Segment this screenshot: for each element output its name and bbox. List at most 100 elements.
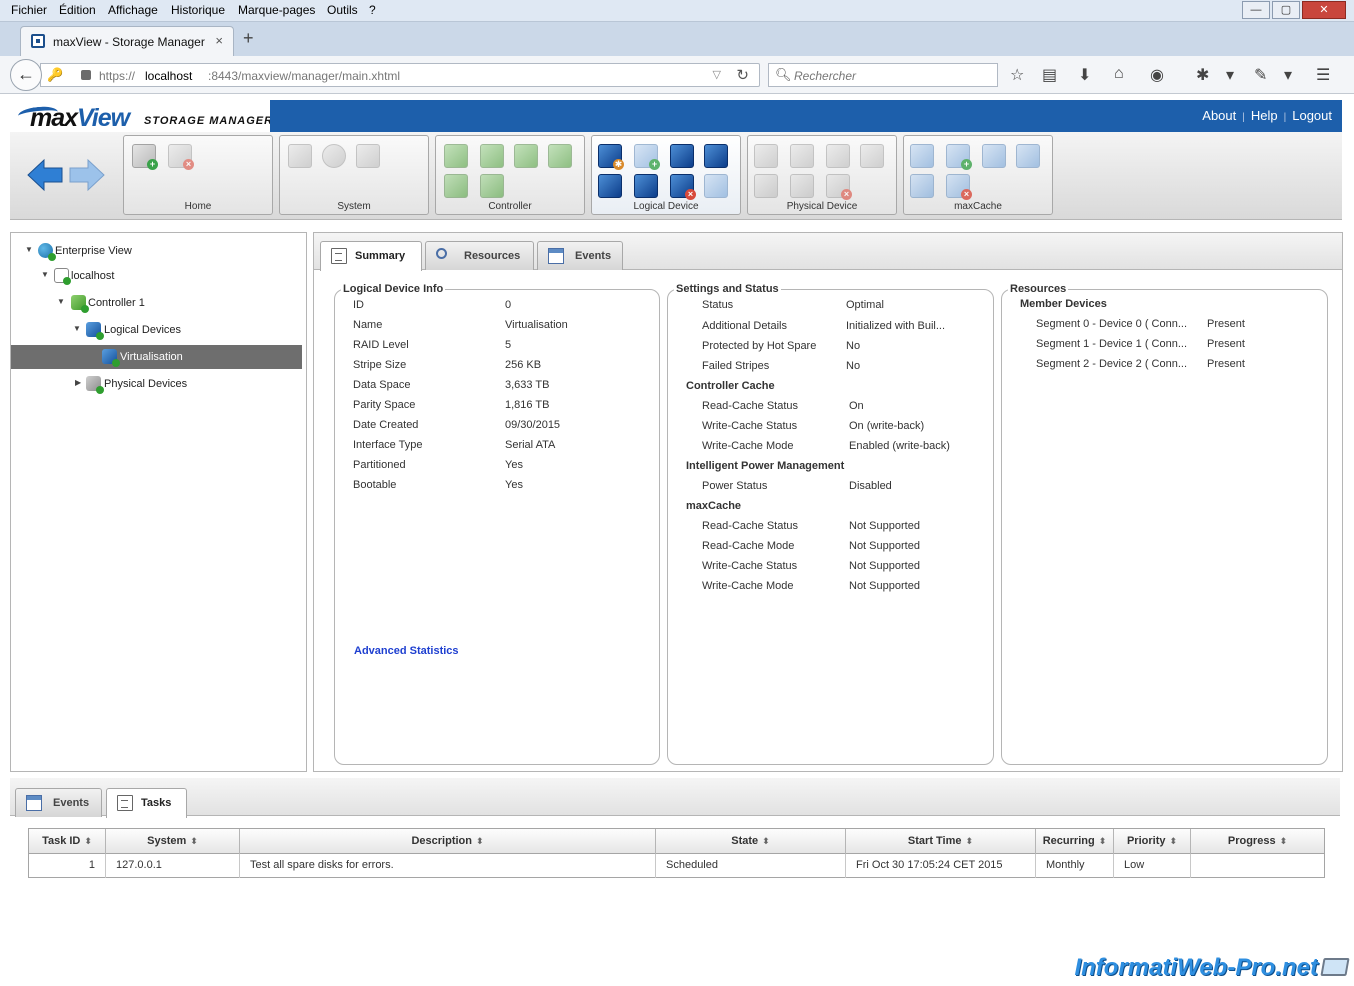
tree-node-virtualisation[interactable]: Virtualisation <box>11 345 302 369</box>
adblock-icon[interactable]: ◉ <box>1150 65 1164 85</box>
ld-expand-icon[interactable] <box>670 144 694 168</box>
mc-create-icon[interactable]: + <box>946 144 972 170</box>
tab-resources[interactable]: Resources <box>425 241 534 270</box>
task-cell-priority[interactable]: Low <box>1114 854 1191 878</box>
browser-tab[interactable]: maxView - Storage Manager × <box>20 26 234 56</box>
minimize-button[interactable]: — <box>1242 1 1270 19</box>
forward-arrow-icon[interactable] <box>68 156 106 194</box>
extension-dropdown-icon[interactable]: ▾ <box>1226 65 1234 85</box>
menu-edition[interactable]: Édition <box>59 3 96 17</box>
pd-firmware-icon[interactable] <box>790 174 814 198</box>
menu-fichier[interactable]: Fichier <box>11 3 47 17</box>
col-description[interactable]: Description ⬍ <box>240 829 656 854</box>
ld-properties-icon[interactable]: ✱ <box>598 144 624 170</box>
task-cell-progress[interactable] <box>1191 854 1324 878</box>
tree-node-controller-1[interactable]: ▼ Controller 1 <box>11 291 302 315</box>
tab-summary[interactable]: Summary <box>320 241 422 271</box>
ld-rename-icon[interactable] <box>634 174 658 198</box>
pd-tools-icon[interactable] <box>790 144 814 168</box>
system-settings-gear-icon[interactable] <box>322 144 346 168</box>
ld-raid-level-icon[interactable] <box>704 144 728 168</box>
task-cell-system[interactable]: 127.0.0.1 <box>106 854 240 878</box>
pd-spare-icon[interactable] <box>860 144 884 168</box>
mc-delete-icon[interactable]: × <box>946 174 972 200</box>
member-device-2[interactable]: Segment 2 - Device 2 ( Conn... <box>1036 358 1187 370</box>
mc-add-icon[interactable] <box>1016 144 1040 168</box>
url-dropdown-icon[interactable]: ▽ <box>713 68 721 81</box>
collapsed-icon[interactable]: ▶ <box>75 378 81 387</box>
task-cell-recurring[interactable]: Monthly <box>1036 854 1114 878</box>
tab-close-icon[interactable]: × <box>215 33 223 48</box>
search-input[interactable]: 🔍︎ Rechercher <box>768 63 998 87</box>
ld-power-icon[interactable] <box>704 174 728 198</box>
ld-delete-icon[interactable]: × <box>670 174 696 200</box>
ld-create-icon[interactable]: + <box>634 144 660 170</box>
mc-settings-icon[interactable] <box>910 144 934 168</box>
col-task-id[interactable]: Task ID ⬍ <box>29 829 106 854</box>
col-start-time[interactable]: Start Time ⬍ <box>846 829 1036 854</box>
menu-help[interactable]: ? <box>369 3 376 17</box>
menu-outils[interactable]: Outils <box>327 3 358 17</box>
tools-icon[interactable]: ✎ <box>1254 65 1267 85</box>
home-icon[interactable]: ⌂ <box>1114 65 1124 83</box>
ld-verify-icon[interactable] <box>598 174 622 198</box>
controller-firmware-icon[interactable] <box>480 174 504 198</box>
help-link[interactable]: Help <box>1251 108 1278 123</box>
menu-affichage[interactable]: Affichage <box>108 3 158 17</box>
remove-system-icon[interactable]: × <box>168 144 194 170</box>
tab-events[interactable]: Events <box>537 241 623 270</box>
member-device-0[interactable]: Segment 0 - Device 0 ( Conn... <box>1036 318 1187 330</box>
member-device-1[interactable]: Segment 1 - Device 1 ( Conn... <box>1036 338 1187 350</box>
reading-list-icon[interactable]: ▤ <box>1042 65 1057 85</box>
pd-locate-icon[interactable] <box>754 174 778 198</box>
menu-marque-pages[interactable]: Marque-pages <box>238 3 315 17</box>
task-cell-id[interactable]: 1 <box>29 854 106 878</box>
task-cell-start-time[interactable]: Fri Oct 30 17:05:24 CET 2015 <box>846 854 1036 878</box>
add-system-icon[interactable]: + <box>132 144 158 170</box>
system-properties-icon[interactable] <box>288 144 312 168</box>
bookmark-star-icon[interactable]: ☆ <box>1010 65 1024 85</box>
controller-verify-icon[interactable] <box>548 144 572 168</box>
tree-node-physical-devices[interactable]: ▶ Physical Devices <box>11 372 302 396</box>
expanded-icon[interactable]: ▼ <box>73 324 81 333</box>
task-cell-description[interactable]: Test all spare disks for errors. <box>240 854 656 878</box>
window-close-button[interactable]: ✕ <box>1302 1 1346 19</box>
advanced-statistics-link[interactable]: Advanced Statistics <box>354 645 459 657</box>
tree-node-localhost[interactable]: ▼ localhost <box>11 264 302 288</box>
controller-rescan-icon[interactable] <box>514 144 538 168</box>
hamburger-menu-icon[interactable]: ☰ <box>1316 65 1330 85</box>
tree-node-enterprise-view[interactable]: ▼ Enterprise View <box>11 239 302 263</box>
key-icon[interactable]: 🔑 <box>47 67 63 83</box>
col-system[interactable]: System ⬍ <box>106 829 240 854</box>
expanded-icon[interactable]: ▼ <box>41 270 49 279</box>
about-link[interactable]: About <box>1202 108 1236 123</box>
logout-link[interactable]: Logout <box>1292 108 1332 123</box>
system-tools-icon[interactable] <box>356 144 380 168</box>
reload-icon[interactable]: ↻ <box>736 66 749 84</box>
mc-verify-icon[interactable] <box>910 174 934 198</box>
back-arrow-icon[interactable] <box>26 156 64 194</box>
pd-clock-icon[interactable] <box>826 144 850 168</box>
expanded-icon[interactable]: ▼ <box>57 297 65 306</box>
back-button[interactable]: ← <box>10 59 42 91</box>
new-tab-button[interactable]: + <box>243 28 254 49</box>
tab-bottom-events[interactable]: Events <box>15 788 102 817</box>
menu-historique[interactable]: Historique <box>171 3 225 17</box>
pd-properties-icon[interactable] <box>754 144 778 168</box>
task-cell-state[interactable]: Scheduled <box>656 854 846 878</box>
lock-icon[interactable] <box>81 70 91 80</box>
expanded-icon[interactable]: ▼ <box>25 245 33 254</box>
download-icon[interactable]: ⬇ <box>1078 65 1091 85</box>
url-bar[interactable]: 🔑 https:// localhost :8443/maxview/manag… <box>40 63 760 87</box>
controller-save-icon[interactable] <box>480 144 504 168</box>
tree-node-logical-devices[interactable]: ▼ Logical Devices <box>11 318 302 342</box>
col-state[interactable]: State ⬍ <box>656 829 846 854</box>
controller-settings-icon[interactable] <box>444 144 468 168</box>
pd-remove-icon[interactable]: × <box>826 174 852 200</box>
col-progress[interactable]: Progress ⬍ <box>1191 829 1324 854</box>
maximize-button[interactable]: ▢ <box>1272 1 1300 19</box>
col-priority[interactable]: Priority ⬍ <box>1114 829 1191 854</box>
tools-dropdown-icon[interactable]: ▾ <box>1284 65 1292 85</box>
col-recurring[interactable]: Recurring ⬍ <box>1036 829 1114 854</box>
tab-tasks[interactable]: Tasks <box>106 788 187 818</box>
